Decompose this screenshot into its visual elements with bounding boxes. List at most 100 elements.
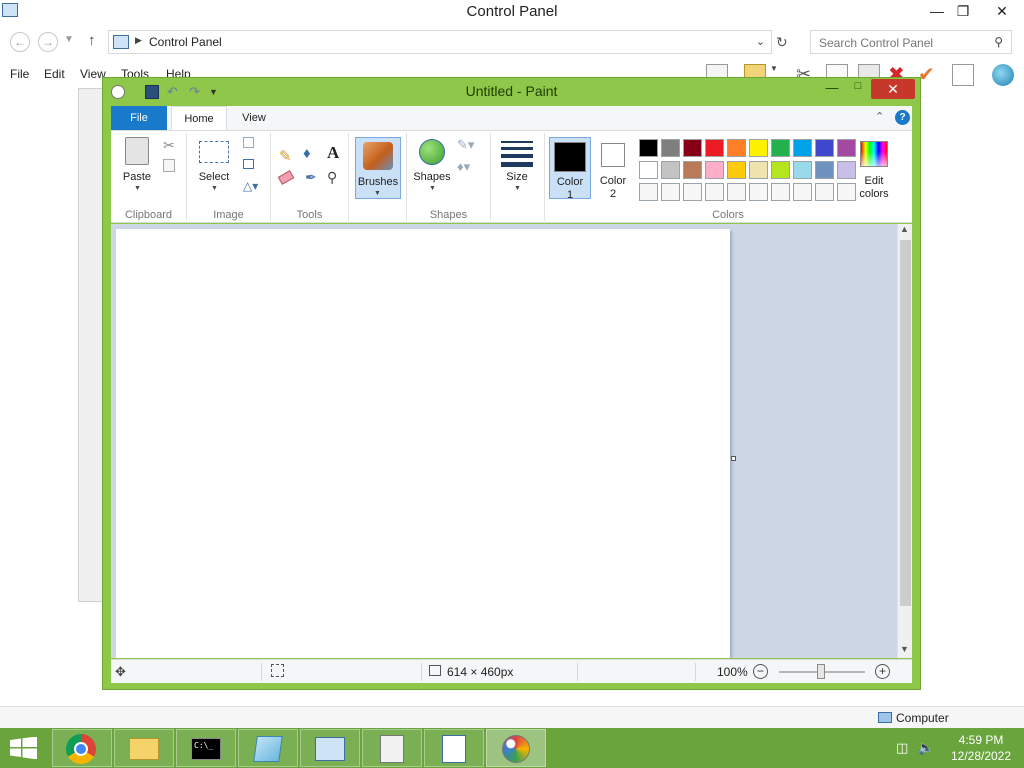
color2-label-line2[interactable]: 2 xyxy=(593,188,633,200)
taskbar-chrome[interactable] xyxy=(52,729,112,767)
canvas-resize-handle[interactable] xyxy=(731,456,736,461)
maximize-button[interactable]: ❐ xyxy=(948,0,978,22)
search-box[interactable]: Search Control Panel ⚲ xyxy=(810,30,1012,54)
palette-swatch[interactable] xyxy=(661,183,680,201)
paste-button[interactable]: Paste ▼ xyxy=(117,133,157,197)
palette-swatch[interactable] xyxy=(815,139,834,157)
cut-icon[interactable]: ✂ xyxy=(163,137,175,154)
tab-file[interactable]: File xyxy=(111,106,167,130)
scroll-down-icon[interactable]: ▼ xyxy=(900,644,909,654)
menu-file[interactable]: File xyxy=(10,67,29,81)
taskbar-calculator[interactable] xyxy=(362,729,422,767)
palette-swatch[interactable] xyxy=(793,139,812,157)
palette-swatch[interactable] xyxy=(705,161,724,179)
color-picker-icon[interactable]: ✒ xyxy=(305,169,317,186)
recent-locations-chevron-icon[interactable]: ▼ xyxy=(64,34,74,45)
color2-label-line1[interactable]: Color xyxy=(593,175,633,187)
tab-home[interactable]: Home xyxy=(171,106,227,130)
globe-icon[interactable] xyxy=(992,64,1014,86)
zoom-out-button[interactable]: − xyxy=(753,664,768,679)
scrollbar-thumb[interactable] xyxy=(900,240,911,606)
minimize-ribbon-icon[interactable]: ⌃ xyxy=(875,110,884,123)
forward-button[interactable]: → xyxy=(38,32,58,52)
window-icon[interactable] xyxy=(952,64,974,86)
palette-swatch[interactable] xyxy=(771,161,790,179)
palette-swatch[interactable] xyxy=(683,139,702,157)
palette-swatch[interactable] xyxy=(705,183,724,201)
palette-swatch[interactable] xyxy=(661,161,680,179)
scroll-up-icon[interactable]: ▲ xyxy=(900,224,909,234)
copy-icon[interactable] xyxy=(163,159,175,172)
palette-swatch[interactable] xyxy=(771,139,790,157)
palette-swatch[interactable] xyxy=(815,161,834,179)
palette-swatch[interactable] xyxy=(683,161,702,179)
fill-shape-icon[interactable]: ♦▾ xyxy=(457,159,470,175)
palette-swatch[interactable] xyxy=(793,183,812,201)
magnifier-icon[interactable]: ⚲ xyxy=(327,169,337,186)
windows-start-icon[interactable] xyxy=(10,736,38,760)
zoom-in-button[interactable]: + xyxy=(875,664,890,679)
address-text[interactable]: Control Panel xyxy=(149,35,222,49)
select-button[interactable]: Select ▼ xyxy=(193,133,233,197)
taskbar-file-explorer[interactable] xyxy=(114,729,174,767)
taskbar-notepad[interactable] xyxy=(238,729,298,767)
resize-icon[interactable] xyxy=(243,159,254,169)
back-button[interactable]: ← xyxy=(10,32,30,52)
taskbar-command-prompt[interactable]: C:\_ xyxy=(176,729,236,767)
rotate-icon[interactable]: △▾ xyxy=(243,179,258,193)
taskbar-control-panel[interactable] xyxy=(300,729,360,767)
brushes-button[interactable]: Brushes ▼ xyxy=(355,137,401,199)
palette-swatch[interactable] xyxy=(639,161,658,179)
paint-maximize-button[interactable]: □ xyxy=(845,80,871,100)
color2-button[interactable] xyxy=(601,143,625,167)
up-button[interactable]: ↑ xyxy=(88,32,96,49)
search-placeholder[interactable]: Search Control Panel xyxy=(819,36,933,50)
address-dropdown-icon[interactable]: ⌄ xyxy=(756,35,765,48)
address-bar[interactable]: ▶ Control Panel ⌄ xyxy=(108,30,772,54)
taskbar-paint[interactable] xyxy=(486,729,546,767)
edit-colors-label-line1[interactable]: Edit xyxy=(853,175,895,187)
control-panel-titlebar[interactable]: Control Panel — ❐ ✕ xyxy=(0,0,1024,26)
taskbar-wordpad[interactable] xyxy=(424,729,484,767)
paint-close-button[interactable]: ✕ xyxy=(871,79,915,99)
drawing-canvas[interactable] xyxy=(116,229,730,658)
palette-swatch[interactable] xyxy=(815,183,834,201)
zoom-slider-thumb[interactable] xyxy=(817,664,825,679)
palette-swatch[interactable] xyxy=(749,139,768,157)
pencil-icon[interactable]: ✎ xyxy=(279,147,292,165)
tab-view[interactable]: View xyxy=(229,106,279,130)
palette-swatch[interactable] xyxy=(727,161,746,179)
close-button[interactable]: ✕ xyxy=(984,0,1020,22)
palette-swatch[interactable] xyxy=(683,183,702,201)
help-icon[interactable]: ? xyxy=(895,110,910,125)
clock-date[interactable]: 12/28/2022 xyxy=(946,749,1016,763)
refresh-icon[interactable]: ↻ xyxy=(776,34,788,51)
paint-minimize-button[interactable]: — xyxy=(819,80,845,100)
network-icon[interactable]: ◫ xyxy=(896,740,908,755)
breadcrumb-chevron-icon[interactable]: ▶ xyxy=(135,35,142,46)
volume-icon[interactable]: 🔈 xyxy=(918,740,934,755)
vertical-scrollbar[interactable]: ▲ ▼ xyxy=(897,224,912,658)
fill-icon[interactable]: ♦ xyxy=(303,145,311,162)
outline-icon[interactable]: ✎▾ xyxy=(457,137,474,153)
palette-swatch[interactable] xyxy=(705,139,724,157)
palette-swatch[interactable] xyxy=(771,183,790,201)
palette-swatch[interactable] xyxy=(727,183,746,201)
search-icon[interactable]: ⚲ xyxy=(994,35,1003,49)
checkmark-icon[interactable]: ✔ xyxy=(918,64,940,86)
edit-colors-icon[interactable] xyxy=(860,141,888,167)
palette-swatch[interactable] xyxy=(749,183,768,201)
menu-edit[interactable]: Edit xyxy=(44,67,65,81)
shapes-button[interactable]: Shapes ▼ xyxy=(411,133,453,197)
palette-swatch[interactable] xyxy=(639,139,658,157)
palette-swatch[interactable] xyxy=(793,161,812,179)
palette-swatch[interactable] xyxy=(661,139,680,157)
palette-swatch[interactable] xyxy=(749,161,768,179)
edit-colors-label-line2[interactable]: colors xyxy=(853,188,895,200)
size-button[interactable]: Size ▼ xyxy=(497,133,537,197)
color1-button[interactable]: Color 1 xyxy=(549,137,591,201)
eraser-icon[interactable] xyxy=(277,170,295,185)
text-icon[interactable]: A xyxy=(327,143,339,163)
palette-swatch[interactable] xyxy=(639,183,658,201)
palette-swatch[interactable] xyxy=(837,139,856,157)
